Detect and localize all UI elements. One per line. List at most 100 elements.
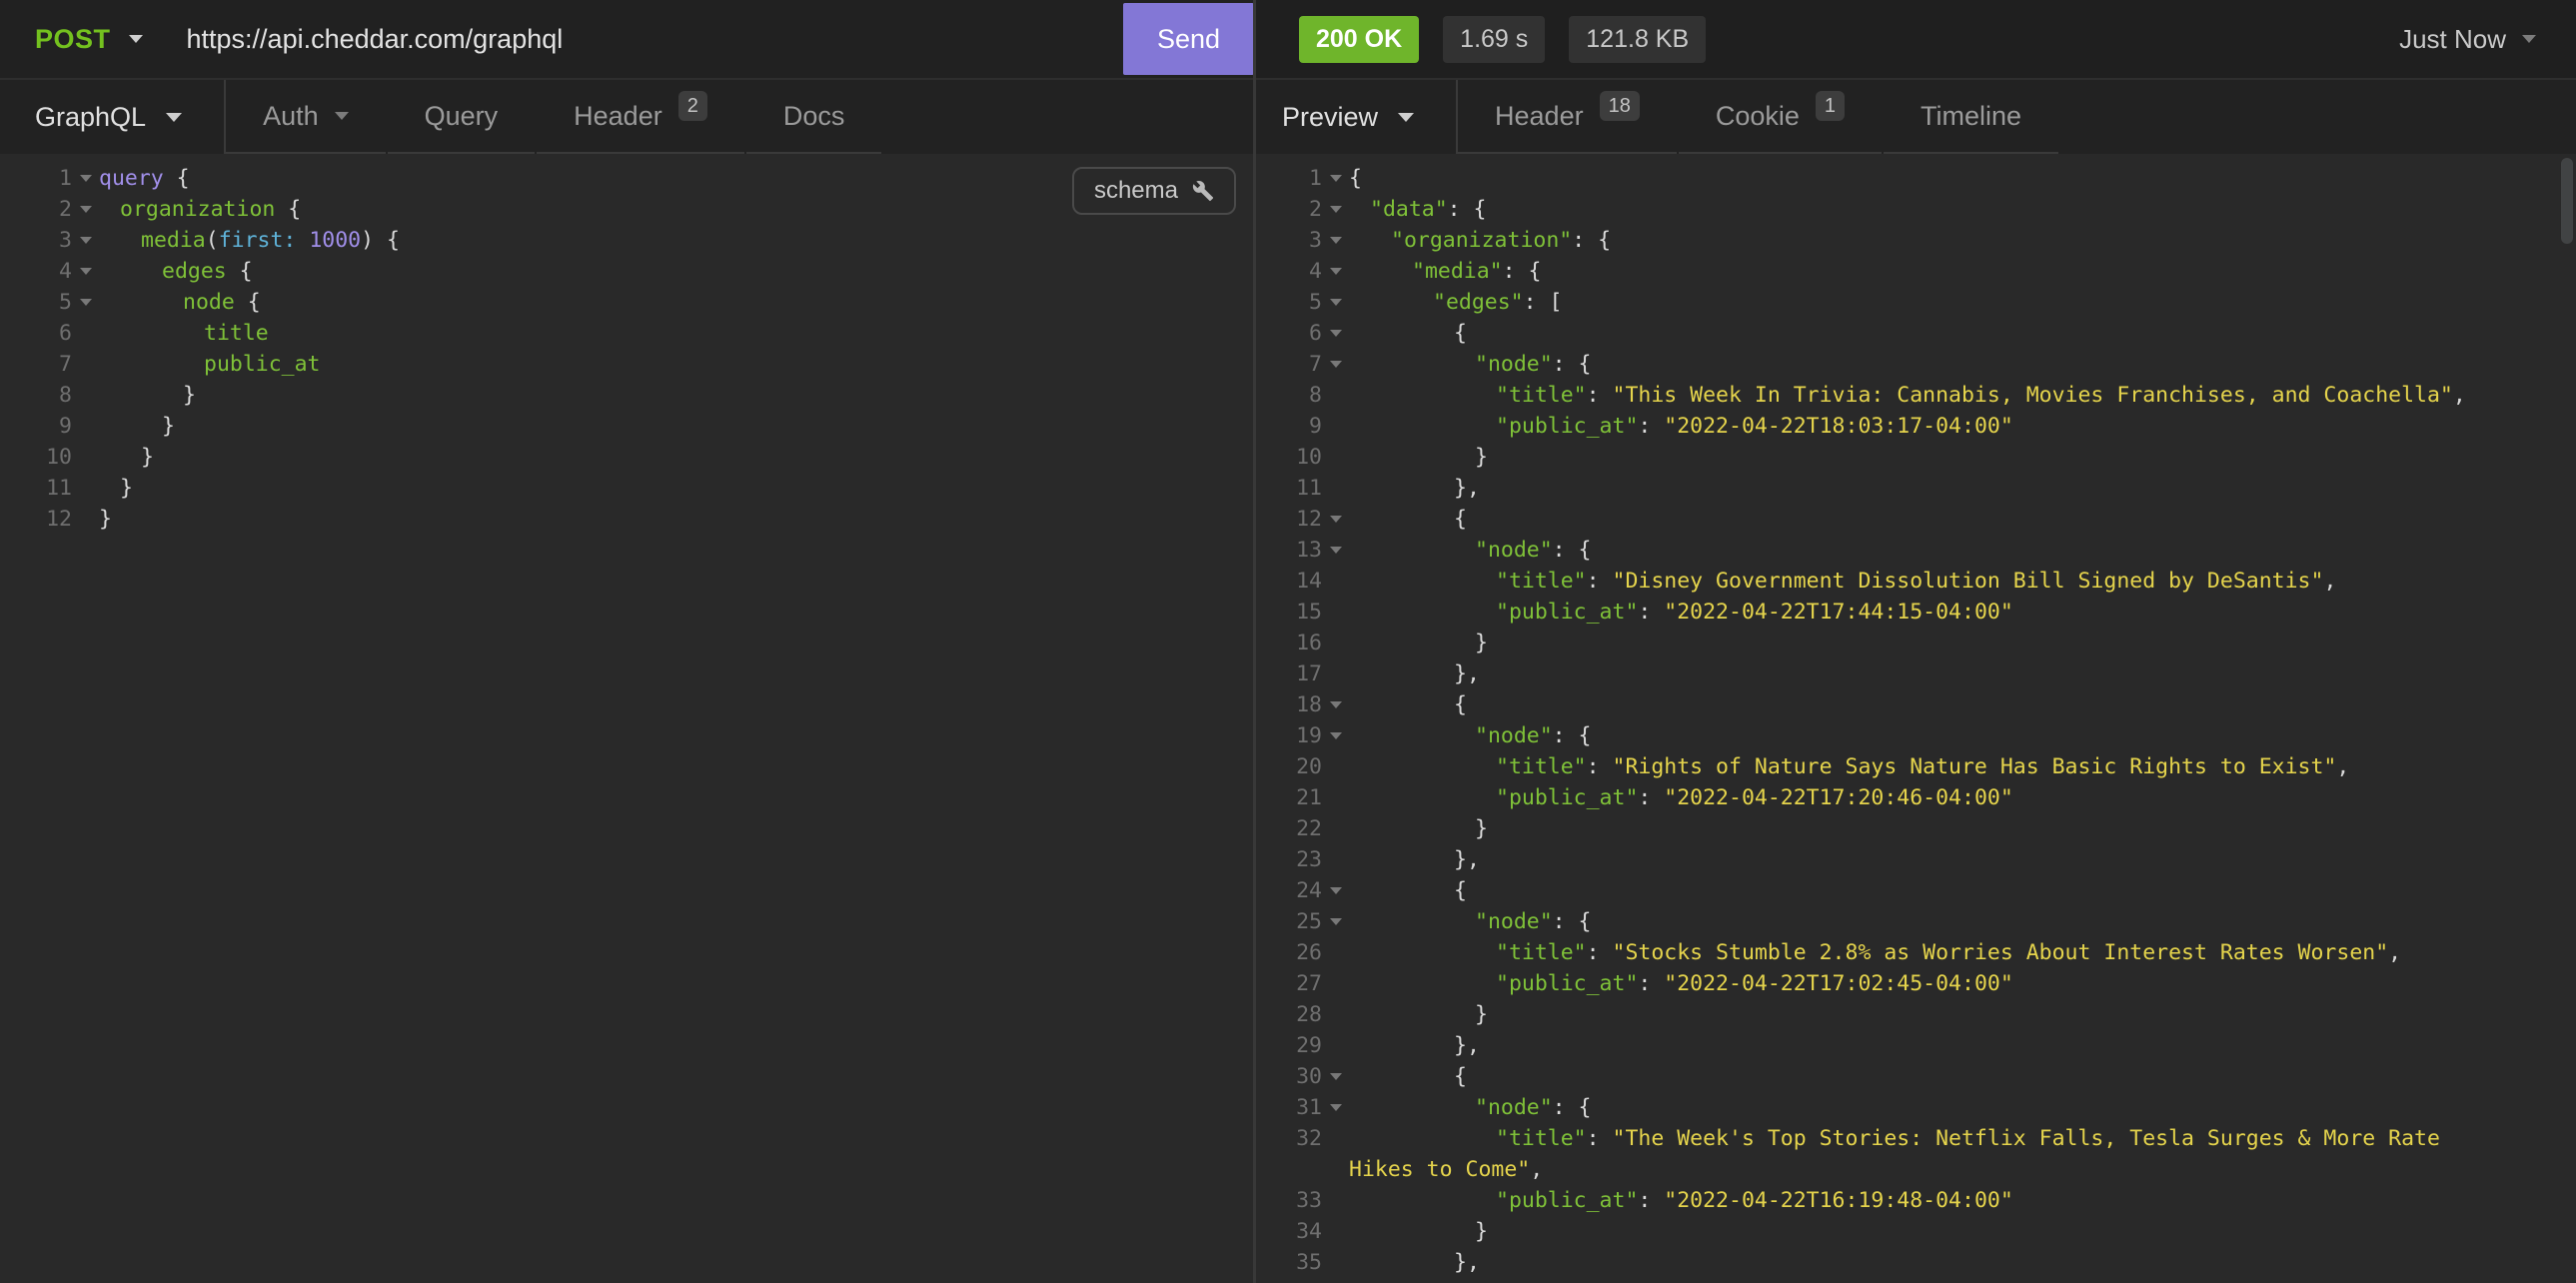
code-token: ) { — [361, 228, 400, 253]
code-text: } — [1349, 631, 1488, 655]
code-line: 6title — [0, 318, 1254, 349]
code-token: query — [99, 166, 164, 191]
code-text: } — [1349, 816, 1488, 841]
code-text: query { — [99, 166, 190, 191]
fold-arrow-icon[interactable] — [1322, 701, 1349, 708]
fold-arrow-icon[interactable] — [1322, 361, 1349, 368]
scrollbar-thumb[interactable] — [2561, 158, 2573, 244]
code-line: 2organization { — [0, 194, 1254, 225]
tab-cookie[interactable]: Cookie 1 — [1679, 80, 1882, 154]
tab-timeline[interactable]: Timeline — [1884, 80, 2058, 154]
fold-arrow-icon[interactable] — [1322, 237, 1349, 244]
code-token: }, — [1454, 847, 1480, 872]
line-number: 28 — [1256, 1002, 1322, 1027]
code-token: : { — [1503, 259, 1542, 284]
code-token: Hikes to Come" — [1349, 1157, 1530, 1182]
send-button[interactable]: Send — [1123, 3, 1254, 75]
code-token: : — [1638, 600, 1664, 625]
code-token: "Disney Government Dissolution Bill Sign… — [1613, 569, 2324, 594]
method-dropdown[interactable]: POST — [35, 24, 143, 55]
fold-arrow-icon[interactable] — [72, 237, 99, 244]
code-token: : — [1638, 785, 1664, 810]
line-number: 5 — [1256, 290, 1322, 315]
tab-header[interactable]: Header 2 — [537, 80, 744, 154]
fold-arrow-icon[interactable] — [1322, 175, 1349, 182]
code-token: { — [1454, 1064, 1467, 1089]
code-token: node — [183, 290, 235, 315]
code-token: "edges" — [1433, 290, 1524, 315]
line-number: 2 — [0, 197, 72, 222]
code-token: "public_at" — [1496, 1188, 1638, 1213]
code-text: } — [99, 507, 112, 532]
line-number: 3 — [1256, 228, 1322, 253]
fold-arrow-icon[interactable] — [72, 175, 99, 182]
code-text: "title": "This Week In Trivia: Cannabis,… — [1349, 383, 2466, 408]
fold-arrow-icon[interactable] — [1322, 887, 1349, 894]
code-token: "title" — [1496, 1126, 1587, 1151]
body-type-dropdown[interactable]: GraphQL — [0, 80, 226, 154]
fold-arrow-icon[interactable] — [1322, 1073, 1349, 1080]
line-number: 7 — [0, 352, 72, 377]
code-text: }, — [1349, 1250, 1480, 1275]
code-text: "public_at": "2022-04-22T17:44:15-04:00" — [1349, 600, 2013, 625]
tab-response-header[interactable]: Header 18 — [1458, 80, 1677, 154]
code-token: "public_at" — [1496, 971, 1638, 996]
preview-mode-dropdown[interactable]: Preview — [1254, 80, 1458, 154]
code-line: 20"title": "Rights of Nature Says Nature… — [1256, 751, 2576, 782]
code-text: "title": "Rights of Nature Says Nature H… — [1349, 754, 2349, 779]
code-token: : — [1587, 383, 1613, 408]
fold-arrow-icon[interactable] — [1322, 918, 1349, 925]
code-line: 7"node": { — [1256, 349, 2576, 380]
code-text: } — [99, 414, 175, 439]
code-line: 29}, — [1256, 1030, 2576, 1061]
tab-docs[interactable]: Docs — [746, 80, 882, 154]
pane-divider[interactable] — [1253, 0, 1256, 1283]
code-line: 33"public_at": "2022-04-22T16:19:48-04:0… — [1256, 1185, 2576, 1216]
response-tabs: Preview Header 18 Cookie 1 Timeline — [1254, 80, 2576, 154]
code-token: "node" — [1475, 352, 1553, 377]
code-token: "2022-04-22T17:02:45-04:00" — [1664, 971, 2013, 996]
code-text: } — [99, 445, 154, 470]
code-text: edges { — [99, 259, 253, 284]
code-text: "data": { — [1349, 197, 1487, 222]
code-line: 11}, — [1256, 473, 2576, 504]
code-token: "node" — [1475, 909, 1553, 934]
history-dropdown[interactable]: Just Now — [2399, 24, 2536, 55]
code-text: "public_at": "2022-04-22T18:03:17-04:00" — [1349, 414, 2013, 439]
tab-query[interactable]: Query — [388, 80, 536, 154]
fold-arrow-icon[interactable] — [1322, 732, 1349, 739]
code-token: : — [1638, 414, 1664, 439]
code-line: 5 "edges": [ — [1256, 287, 2576, 318]
fold-arrow-icon[interactable] — [72, 268, 99, 275]
code-token: "2022-04-22T18:03:17-04:00" — [1664, 414, 2013, 439]
graphql-query-editor[interactable]: schema 1query {2organization {3media(fir… — [0, 154, 1254, 1283]
fold-arrow-icon[interactable] — [1322, 330, 1349, 337]
code-text: Hikes to Come", — [1349, 1157, 1543, 1182]
code-line: 30{ — [1256, 1061, 2576, 1092]
fold-arrow-icon[interactable] — [1322, 206, 1349, 213]
schema-button[interactable]: schema — [1072, 167, 1236, 215]
code-text: "public_at": "2022-04-22T17:20:46-04:00" — [1349, 785, 2013, 810]
fold-arrow-icon[interactable] — [1322, 1104, 1349, 1111]
code-token: organization — [120, 197, 275, 222]
code-token: }, — [1454, 1250, 1480, 1275]
code-token: "Rights of Nature Says Nature Has Basic … — [1613, 754, 2337, 779]
url-input[interactable]: https://api.cheddar.com/graphql — [187, 24, 1123, 55]
tab-auth[interactable]: Auth — [226, 80, 386, 154]
code-token: } — [1475, 1002, 1488, 1027]
code-line: Hikes to Come", — [1256, 1154, 2576, 1185]
code-token: : [ — [1524, 290, 1563, 315]
response-meta-bar: 200 OK 1.69 s 121.8 KB Just Now — [1254, 0, 2576, 78]
line-number: 29 — [1256, 1033, 1322, 1058]
code-token: "node" — [1475, 723, 1553, 748]
code-line: 4edges { — [0, 256, 1254, 287]
code-line: 11} — [0, 473, 1254, 504]
code-token: : { — [1448, 197, 1487, 222]
response-preview-editor[interactable]: 1{2"data": {3"organization": {4"media": … — [1256, 154, 2576, 1283]
fold-arrow-icon[interactable] — [1322, 516, 1349, 523]
fold-arrow-icon[interactable] — [1322, 299, 1349, 306]
fold-arrow-icon[interactable] — [1322, 547, 1349, 554]
fold-arrow-icon[interactable] — [72, 206, 99, 213]
fold-arrow-icon[interactable] — [72, 299, 99, 306]
fold-arrow-icon[interactable] — [1322, 268, 1349, 275]
